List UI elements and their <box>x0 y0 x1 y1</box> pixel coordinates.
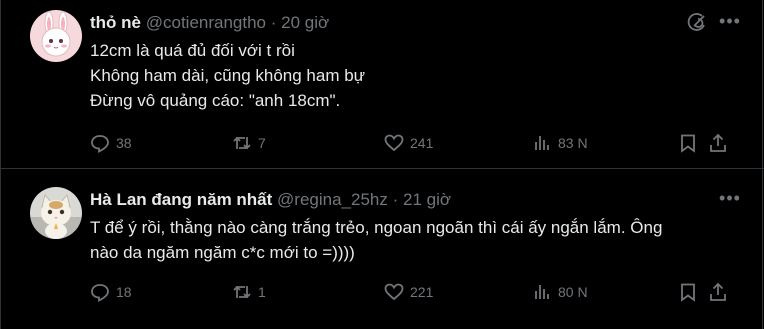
like-count: 221 <box>410 284 434 300</box>
post-line: Không ham dài, cũng không ham bự <box>90 66 366 85</box>
separator-dot: · <box>270 13 277 32</box>
grok-icon[interactable] <box>686 12 708 34</box>
action-bar: 38 7 241 83 N <box>90 131 730 155</box>
post-text: T để ý rồi, thằng nào càng trắng trẻo, n… <box>90 215 730 265</box>
share-button[interactable] <box>708 280 728 304</box>
views-icon <box>535 136 549 150</box>
repost-count: 7 <box>258 135 266 151</box>
post-time[interactable]: 20 giờ <box>281 13 329 32</box>
post-line: 12cm là quá đủ đối với t rồi <box>90 41 295 60</box>
view-count: 80 N <box>558 284 588 300</box>
reply-count: 38 <box>116 135 132 151</box>
share-icon <box>710 133 726 152</box>
separator-dot: · <box>392 190 399 209</box>
bookmark-button[interactable] <box>678 131 698 155</box>
post-time[interactable]: 21 giờ <box>403 190 451 209</box>
post-line: nào da ngăm ngăm c*c mới to =)))) <box>90 243 355 262</box>
post-line: Đừng vô quảng cáo: "anh 18cm". <box>90 91 341 110</box>
reply-icon <box>91 284 109 302</box>
post[interactable]: thỏ nè @cotienrangtho · 20 giờ ••• 12cm … <box>0 0 764 168</box>
post-header: Hà Lan đang năm nhất @regina_25hz · 21 g… <box>90 189 451 211</box>
author-name[interactable]: Hà Lan đang năm nhất <box>90 190 272 209</box>
repost-count: 1 <box>258 284 266 300</box>
share-icon <box>710 282 726 301</box>
author-handle[interactable]: @cotienrangtho <box>146 13 266 32</box>
views-button[interactable]: 80 N <box>532 280 588 304</box>
author-handle[interactable]: @regina_25hz <box>277 190 388 209</box>
reply-icon <box>91 135 109 153</box>
heart-icon <box>384 283 404 301</box>
like-button[interactable]: 221 <box>384 280 433 304</box>
post-header: thỏ nè @cotienrangtho · 20 giờ <box>90 12 329 34</box>
repost-icon <box>233 285 251 299</box>
action-bar: 18 1 221 80 N <box>90 280 730 304</box>
views-icon <box>535 285 549 299</box>
avatar[interactable] <box>30 187 82 239</box>
reply-button[interactable]: 18 <box>90 280 132 304</box>
reply-button[interactable]: 38 <box>90 131 132 155</box>
heart-icon <box>384 134 404 152</box>
post[interactable]: Hà Lan đang năm nhất @regina_25hz · 21 g… <box>0 169 764 329</box>
repost-button[interactable]: 7 <box>232 131 266 155</box>
bookmark-icon <box>681 134 695 153</box>
repost-button[interactable]: 1 <box>232 280 266 304</box>
view-count: 83 N <box>558 135 588 151</box>
more-icon[interactable]: ••• <box>718 10 742 32</box>
like-button[interactable]: 241 <box>384 131 433 155</box>
repost-icon <box>233 136 251 150</box>
avatar[interactable] <box>30 10 82 62</box>
more-icon[interactable]: ••• <box>718 187 742 209</box>
share-button[interactable] <box>708 131 728 155</box>
post-line: T để ý rồi, thằng nào càng trắng trẻo, n… <box>90 218 663 237</box>
like-count: 241 <box>410 135 434 151</box>
bookmark-icon <box>681 283 695 302</box>
views-button[interactable]: 83 N <box>532 131 588 155</box>
post-text: 12cm là quá đủ đối với t rồi Không ham d… <box>90 38 730 113</box>
author-name[interactable]: thỏ nè <box>90 13 141 32</box>
bookmark-button[interactable] <box>678 280 698 304</box>
reply-count: 18 <box>116 284 132 300</box>
